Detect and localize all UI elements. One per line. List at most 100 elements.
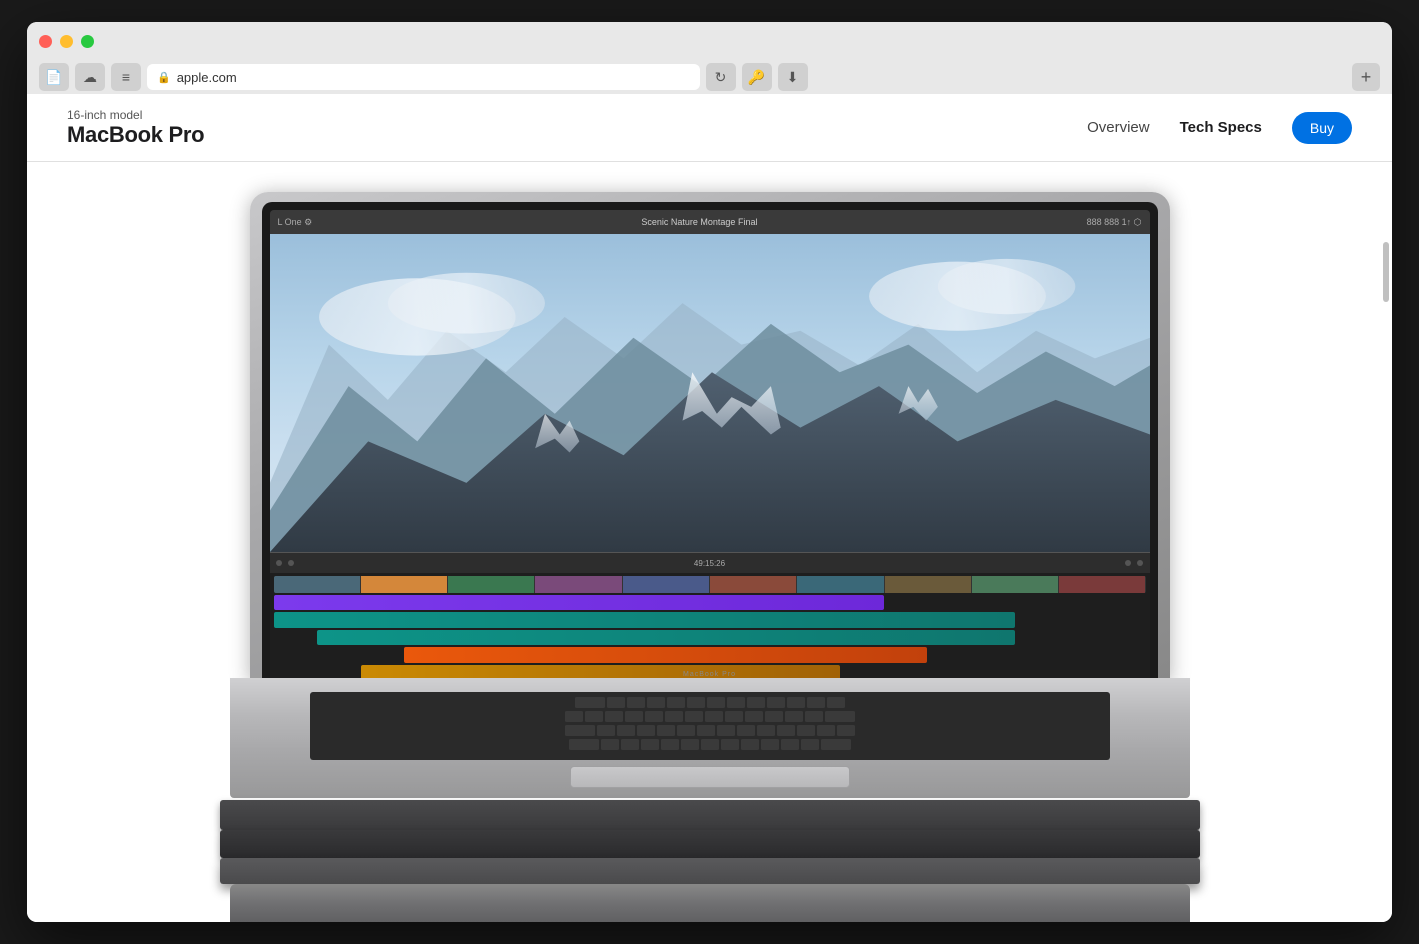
maximize-button[interactable] [81,35,94,48]
timeline-tracks [270,573,1150,682]
key-rbracket [817,725,835,736]
page-icon[interactable]: 📄 [39,63,69,91]
scrollbar-thumb[interactable] [1383,242,1389,302]
key-f1 [607,697,625,708]
filmstrip-10 [1059,576,1145,593]
url-text: apple.com [177,70,237,85]
macbook-container: L One ⚙ Scenic Nature Montage Final 888 … [27,162,1392,922]
key-q [597,725,615,736]
page-content: 16-inch model MacBook Pro Overview Tech … [27,94,1392,922]
key-g [681,739,699,750]
filmstrip-2 [361,576,447,593]
macbook-bottom-chassis [230,884,1190,922]
filmstrip-8 [885,576,971,593]
key-p [777,725,795,736]
key-f2 [627,697,645,708]
key-i [737,725,755,736]
track-purple [274,595,884,610]
track-teal-2 [317,630,1015,645]
key-caps [569,739,599,750]
keyboard-row-4 [318,739,1102,750]
key-6 [685,711,703,722]
mountain-landscape [270,234,1150,552]
filmstrip-9 [972,576,1058,593]
key-backtick [565,711,583,722]
key-2 [605,711,623,722]
key-f11 [807,697,825,708]
key-f6 [707,697,725,708]
buy-button[interactable]: Buy [1292,112,1352,144]
filmstrip-3 [448,576,534,593]
product-name: MacBook Pro [67,122,204,148]
keyboard-row-1 [318,697,1102,708]
macbook-layer-3 [220,858,1200,884]
key-delete [825,711,855,722]
key-f3 [647,697,665,708]
filmstrip-5 [623,576,709,593]
address-bar[interactable]: 🔒 apple.com [147,64,700,90]
timeline-timecode: 49:15:26 [694,559,725,568]
key-minus [785,711,803,722]
key-9 [745,711,763,722]
menu-icon[interactable]: ≡ [111,63,141,91]
keyboard-row-2 [318,711,1102,722]
key-lbracket [797,725,815,736]
track-orange [404,647,927,662]
key-1 [585,711,603,722]
timeline-toolbar: 49:15:26 [270,553,1150,573]
track-teal-1 [274,612,1015,627]
key-equals [805,711,823,722]
fcp-topbar: L One ⚙ Scenic Nature Montage Final 888 … [270,210,1150,234]
key-s [621,739,639,750]
key-3 [625,711,643,722]
timeline-dot-3 [1125,560,1131,566]
filmstrip-track [274,576,1146,593]
macbook-layer-2 [220,830,1200,858]
filmstrip-6 [710,576,796,593]
browser-titlebar [27,22,1392,60]
key-f7 [727,697,745,708]
nav-overview[interactable]: Overview [1087,119,1150,136]
macbook-base [230,678,1190,798]
keyboard-row-3 [318,725,1102,736]
download-icon[interactable]: ⬇ [778,63,808,91]
nav-links: Overview Tech Specs Buy [1087,112,1352,144]
key-7 [705,711,723,722]
macbook-keyboard [310,692,1110,760]
filmstrip-7 [797,576,883,593]
macbook-trackpad[interactable] [570,766,850,788]
key-tab [565,725,595,736]
key-semicolon [781,739,799,750]
filmstrip-1 [274,576,360,593]
nav-tech-specs[interactable]: Tech Specs [1180,119,1262,136]
macbook-screen-bezel: L One ⚙ Scenic Nature Montage Final 888 … [262,202,1158,682]
macbook-layer-1 [220,800,1200,830]
scrollbar[interactable] [1380,162,1392,922]
filmstrip-4 [535,576,621,593]
key-w [617,725,635,736]
key-4 [645,711,663,722]
new-tab-button[interactable]: + [1352,63,1380,91]
minimize-button[interactable] [60,35,73,48]
site-header: 16-inch model MacBook Pro Overview Tech … [27,94,1392,162]
key-0 [765,711,783,722]
keyboard-rows [310,692,1110,755]
key-5 [665,711,683,722]
key-l [761,739,779,750]
cloud-icon[interactable]: ☁ [75,63,105,91]
key-f10 [787,697,805,708]
product-info: 16-inch model MacBook Pro [67,108,204,148]
timeline-dot-2 [288,560,294,566]
key-esc [575,697,605,708]
screen-display: L One ⚙ Scenic Nature Montage Final 888 … [270,210,1150,682]
key-8 [725,711,743,722]
reload-button[interactable]: ↻ [706,63,736,91]
key-d [641,739,659,750]
close-button[interactable] [39,35,52,48]
key-icon[interactable]: 🔑 [742,63,772,91]
browser-window: 📄 ☁ ≡ 🔒 apple.com ↻ 🔑 ⬇ + 16-inch model … [27,22,1392,922]
hero-section: L One ⚙ Scenic Nature Montage Final 888 … [27,162,1392,922]
key-f4 [667,697,685,708]
fcp-interface: L One ⚙ Scenic Nature Montage Final 888 … [270,210,1150,682]
mbp-screen-label: MacBook Pro [683,671,736,678]
